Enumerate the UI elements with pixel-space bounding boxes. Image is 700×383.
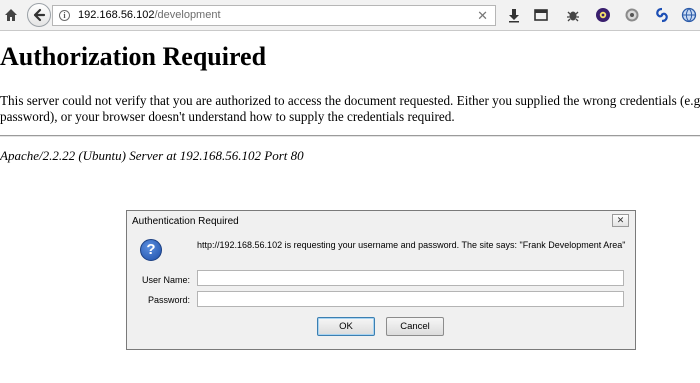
auth-dialog: Authentication Required ✕ ? http://192.1… <box>126 210 636 350</box>
page-info-icon[interactable]: i <box>59 10 70 21</box>
addon-globe-icon[interactable] <box>681 7 697 23</box>
url-host: 192.168.56.102 <box>78 9 155 21</box>
dialog-message: http://192.168.56.102 is requesting your… <box>197 240 626 250</box>
server-signature: Apache/2.2.22 (Ubuntu) Server at 192.168… <box>0 148 304 163</box>
cancel-button[interactable]: Cancel <box>386 317 444 336</box>
home-button[interactable] <box>0 4 22 26</box>
ok-button[interactable]: OK <box>317 317 375 336</box>
home-icon <box>5 9 17 21</box>
close-icon[interactable]: ✕ <box>612 214 629 227</box>
username-label: User Name: <box>141 275 190 285</box>
clear-url-icon[interactable]: ✕ <box>477 6 488 25</box>
reader-view-icon[interactable] <box>533 7 549 23</box>
url-path: /development <box>154 9 221 21</box>
addon-gear-icon[interactable] <box>595 7 611 23</box>
url-bar[interactable]: i 192.168.56.102/development ✕ <box>52 5 496 26</box>
addon-bug-icon[interactable] <box>565 7 581 23</box>
question-icon: ? <box>140 239 162 261</box>
password-field[interactable] <box>197 291 624 307</box>
page-title: Authorization Required <box>0 42 267 71</box>
back-arrow-icon <box>33 8 46 22</box>
browser-toolbar: i 192.168.56.102/development ✕ <box>0 0 700 31</box>
divider <box>0 135 700 137</box>
username-field[interactable] <box>197 270 624 286</box>
addon-cog-icon[interactable] <box>624 7 640 23</box>
back-button[interactable] <box>27 3 51 27</box>
download-icon[interactable] <box>506 7 522 23</box>
addon-swirl-icon[interactable] <box>654 7 670 23</box>
dialog-title: Authentication Required <box>132 216 239 227</box>
url-text[interactable]: 192.168.56.102/development <box>78 6 221 25</box>
password-label: Password: <box>147 295 190 305</box>
error-message: This server could not verify that you ar… <box>0 93 700 124</box>
